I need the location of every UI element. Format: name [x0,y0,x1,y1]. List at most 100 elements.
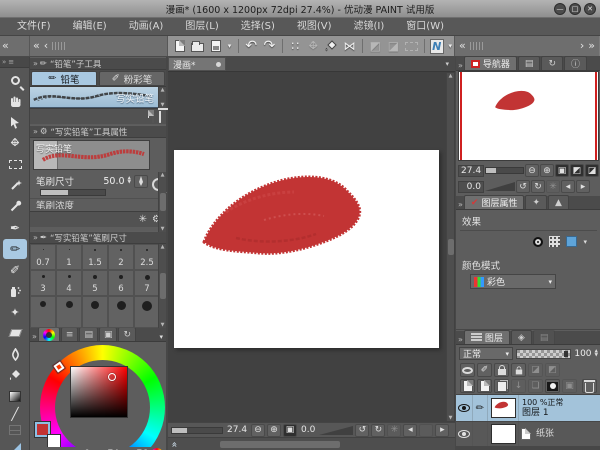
maximize-button[interactable]: □ [569,3,581,15]
delete-layer-button[interactable] [582,379,597,393]
size-cell[interactable]: 2 [108,244,134,270]
subtool-panel-header[interactable]: » ✏ “铅笔”子工具 [30,57,166,70]
tool-layer-move[interactable]: ↔↕ [3,133,27,153]
expand-right-icon[interactable]: » [588,37,595,55]
new-raster-layer-button[interactable] [460,379,475,393]
new-file-button[interactable] [172,38,187,55]
tool-brush[interactable]: ✐ [3,260,27,280]
navigator-rotation-value[interactable]: 0.0 [458,181,484,193]
tone-effect-button[interactable] [549,236,560,247]
tool-pencil[interactable]: ✏ [3,239,27,259]
canvas-rotation-slider[interactable] [319,426,353,435]
toolbar-overflow-dropdown[interactable]: ▾ [447,38,455,55]
panel-grip[interactable] [470,42,484,50]
canvas-step-right-button[interactable]: ▸ [435,424,449,437]
tab-color-wheel[interactable] [38,327,60,341]
reset-settings-icon[interactable]: ✳ [139,214,147,225]
canvas-rotate-right-button[interactable]: ↻ [371,424,385,437]
duplicate-subtool-button[interactable] [152,111,154,122]
menu-select[interactable]: 选择(S) [230,18,286,35]
opacity-value[interactable]: 100 [574,349,591,359]
nav-step-left-button[interactable]: ◂ [561,180,575,193]
title-bar[interactable]: 漫画* (1600 x 1200px 72dpi 27.4%) - 优动漫 PA… [0,0,600,18]
lock-layer-button[interactable] [494,363,509,377]
canvas-rotate-left-button[interactable]: ↺ [355,424,369,437]
tool-auto-select[interactable] [3,175,27,195]
layer-row-2[interactable]: 纸张 [456,422,600,447]
tool-property-preview[interactable]: 写实铅笔 [33,140,150,170]
pen-pressure-button[interactable]: N [430,39,444,54]
tool-eyedropper[interactable] [3,196,27,216]
new-vector-layer-button[interactable] [477,379,492,393]
color-tabs-overflow[interactable]: ▾ [159,333,166,341]
canvas-step-left-button[interactable]: ◂ [403,424,417,437]
tab-history[interactable]: ↻ [541,56,563,70]
canvas-page[interactable] [174,150,439,348]
tab-animation-cel[interactable]: ◈ [511,330,532,344]
subtool-tab-pastel[interactable]: ✐ 粉彩笔 [99,71,165,86]
tool-zoom[interactable] [3,70,27,90]
lock-transparent-button[interactable] [511,363,526,377]
size-cell[interactable]: 3 [30,270,56,296]
layer-row-1[interactable]: ✏ 100 %正常 图层 1 [456,395,600,422]
tab-subview[interactable]: ▤ [518,56,541,70]
tool-gradient[interactable] [3,386,27,406]
panel-grip[interactable] [52,42,66,50]
h-scroll-thumb[interactable] [220,441,340,448]
tab-color-set[interactable]: ▤ [79,327,98,341]
toolbox-titlebar[interactable]: »≡ [0,57,29,68]
menu-edit[interactable]: 编辑(E) [62,18,118,35]
panel-menu-icon[interactable]: » [456,335,464,344]
subtool-item-realistic-pencil[interactable]: 写实铅笔 ▲▼ [30,87,166,108]
size-cell[interactable]: 6 [108,270,134,296]
save-button[interactable] [208,38,223,55]
size-cell[interactable]: 1 [56,244,82,270]
size-cell[interactable]: 0.7 [30,244,56,270]
panel-menu-icon[interactable]: » [30,332,38,341]
nav-reset-rotation-button[interactable]: ✳ [546,180,560,193]
tab-boundary[interactable]: ▲ [548,195,569,209]
navigator-rotation-slider[interactable] [485,182,515,191]
background-color-swatch[interactable] [47,434,61,447]
canvas-zoom-in-button[interactable]: ⊕ [267,424,281,437]
fill-button[interactable] [324,38,339,55]
tool-eraser[interactable] [3,323,27,343]
tool-fill[interactable] [3,365,27,385]
size-cell[interactable]: 4 [56,270,82,296]
menu-filter[interactable]: 滤镜(I) [343,18,396,35]
tool-property-scrollbar[interactable]: ▲▼ [158,172,166,232]
tool-property-header[interactable]: » ⚙ “写实铅笔”工具属性 [30,125,166,138]
layer-name[interactable]: 纸张 [536,429,554,439]
canvas-rotation-value[interactable]: 0.0 [299,425,317,435]
size-cell[interactable]: 1.5 [82,244,108,270]
tab-list-dropdown[interactable]: ▾ [439,60,455,68]
layer-mask-button[interactable] [545,379,560,393]
nav-zoom-in-button[interactable]: ⊕ [540,164,554,177]
layer-thumbnail[interactable] [488,422,519,446]
panel-menu-icon[interactable]: » [33,59,37,68]
layer-name[interactable]: 图层 1 [522,408,563,418]
panel-menu-icon[interactable]: » [456,61,464,70]
ruler-range-button[interactable]: ◩ [545,363,560,377]
nav-step-right-button[interactable]: ▸ [576,180,590,193]
canvas-zoom-value[interactable]: 27.4 [225,425,249,435]
minimize-button[interactable]: — [554,3,566,15]
expand-bottom-icon[interactable]: « [169,441,180,447]
delete-subtool-button[interactable] [159,111,161,122]
layer-color-effect-button[interactable] [566,236,577,247]
merge-down-button[interactable]: ❏ [528,379,543,393]
panel-menu-icon[interactable]: » [456,200,464,209]
panel-menu-icon[interactable]: » [33,127,37,136]
nav-flip-horizontal-button[interactable]: ◩ [570,164,584,177]
layer-visibility-toggle[interactable] [456,422,473,446]
layer-thumbnail[interactable] [488,395,519,421]
draft-layer-button[interactable]: ✐ [477,363,492,377]
color-mode-dropdown[interactable]: 彩色 ▾ [470,274,556,289]
expand-small-icon[interactable]: › [580,37,584,55]
tool-frame-border[interactable] [3,420,27,440]
tab-disabled[interactable]: ▤ [533,330,556,344]
brush-size-panel-header[interactable]: » ✒ “写实铅笔”笔刷尺寸 [30,231,166,244]
set-ruler-button[interactable]: ◪ [528,363,543,377]
opacity-spinner[interactable]: ▲▼ [595,350,598,358]
size-cell[interactable]: 7 [134,270,160,296]
